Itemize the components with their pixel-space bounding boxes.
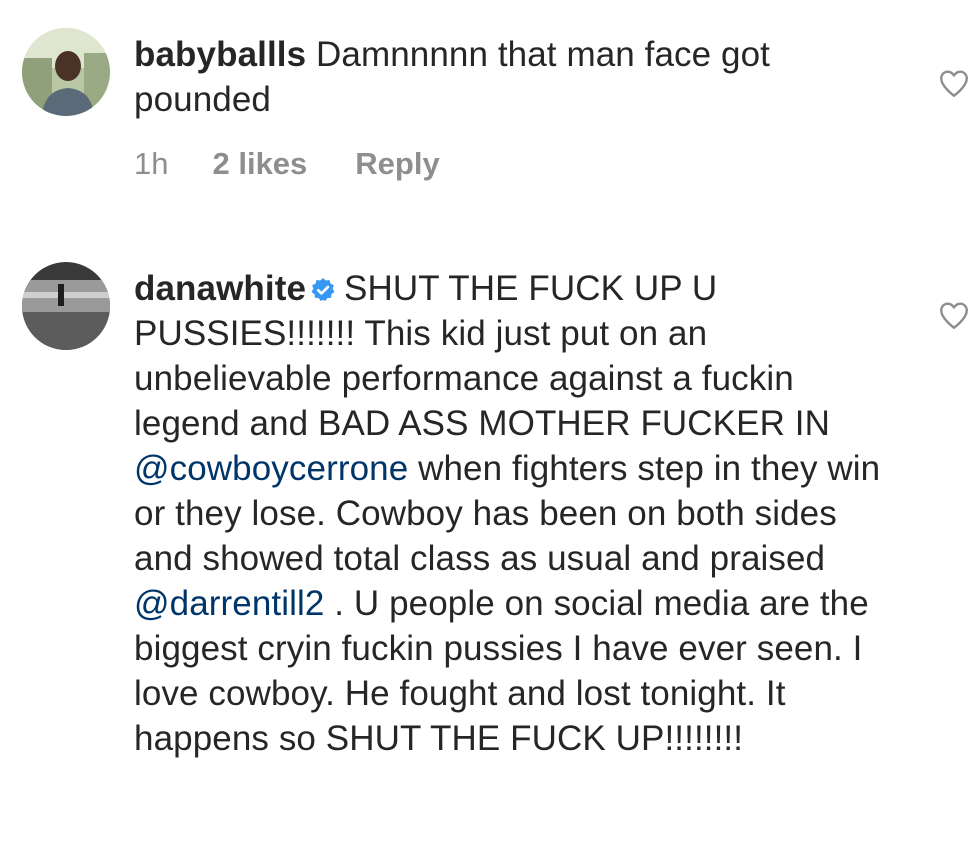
- comment-text: danawhite SHUT THE FUCK UP U PUSSIES!!!!…: [134, 266, 904, 761]
- avatar-photo-icon: [22, 262, 110, 350]
- mention-link[interactable]: @cowboycerrone: [134, 449, 408, 488]
- avatar[interactable]: [22, 262, 110, 350]
- comment-likes[interactable]: 2 likes: [212, 146, 307, 182]
- reply-button[interactable]: Reply: [355, 146, 439, 182]
- mention-link[interactable]: @darrentill2: [134, 584, 324, 623]
- comment-text: babyballls Damnnnnn that man face got po…: [134, 32, 894, 122]
- comment-time[interactable]: 1h: [134, 146, 168, 182]
- heart-outline-icon[interactable]: [937, 66, 971, 100]
- avatar-photo-icon: [22, 28, 110, 116]
- comment-username[interactable]: babyballls: [134, 35, 306, 74]
- heart-outline-icon[interactable]: [937, 298, 971, 332]
- comment-meta: 1h 2 likes Reply: [134, 146, 440, 182]
- verified-badge-icon: [311, 278, 335, 302]
- avatar[interactable]: [22, 28, 110, 116]
- comment-username[interactable]: danawhite: [134, 269, 306, 308]
